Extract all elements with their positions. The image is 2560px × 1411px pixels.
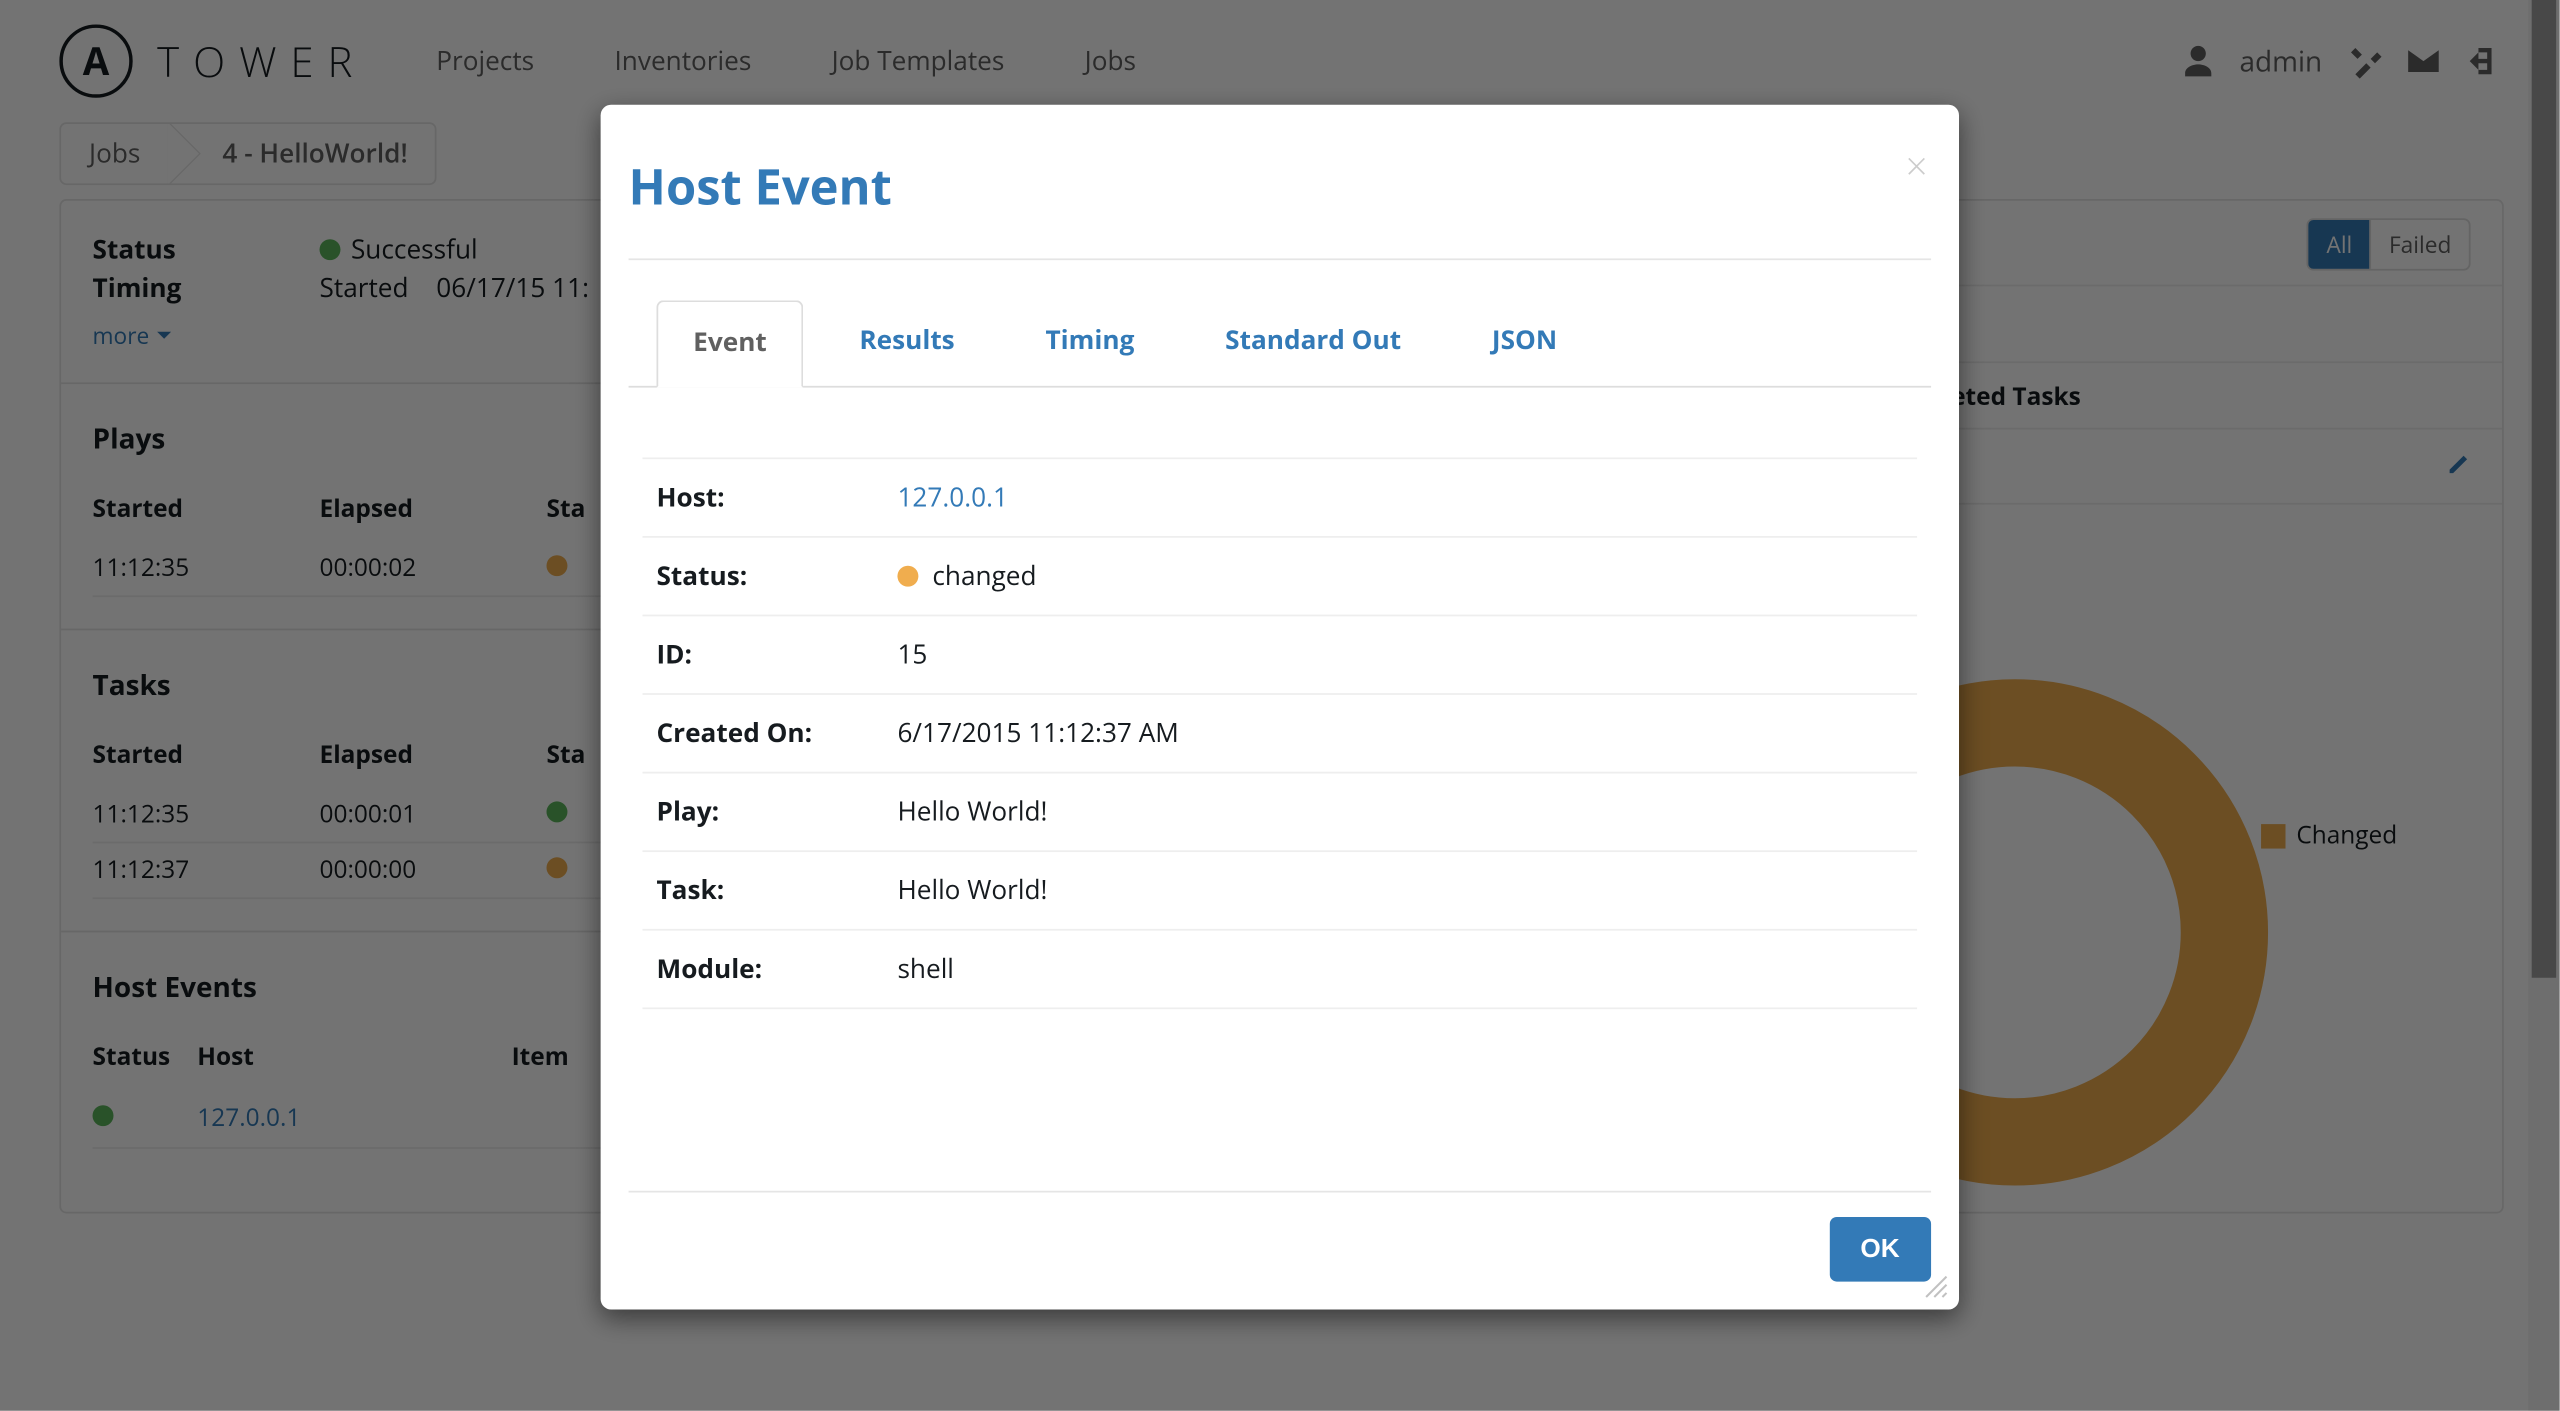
status-dot-icon [897, 566, 918, 587]
resize-icon [1924, 1275, 1948, 1299]
modal-title: Host Event [629, 154, 1932, 261]
modal-tabs: Event Results Timing Standard Out JSON [656, 299, 1931, 386]
detail-module-label: Module: [643, 952, 898, 987]
host-event-modal: × Host Event Event Results Timing Standa… [601, 105, 1959, 1310]
detail-id-value: 15 [897, 637, 927, 672]
event-details: Host: 127.0.0.1 Status: changed ID: 15 C… [629, 457, 1932, 1009]
detail-status-value: changed [932, 559, 1036, 594]
tab-event[interactable]: Event [656, 300, 803, 387]
modal-close-button[interactable]: × [1906, 140, 1928, 192]
detail-task-label: Task: [643, 873, 898, 908]
tab-standard-out[interactable]: Standard Out [1190, 300, 1436, 387]
tab-timing[interactable]: Timing [1011, 300, 1170, 387]
detail-id-label: ID: [643, 637, 898, 672]
tab-json[interactable]: JSON [1457, 300, 1592, 387]
tab-results[interactable]: Results [824, 300, 989, 387]
detail-host-value[interactable]: 127.0.0.1 [897, 480, 1007, 515]
resize-handle[interactable] [1924, 1275, 1948, 1299]
detail-play-value: Hello World! [897, 794, 1047, 829]
detail-task-value: Hello World! [897, 873, 1047, 908]
modal-footer: OK [629, 1193, 1932, 1282]
ok-button[interactable]: OK [1829, 1217, 1931, 1282]
detail-host-label: Host: [643, 480, 898, 515]
detail-created-label: Created On: [643, 716, 898, 751]
detail-play-label: Play: [643, 794, 898, 829]
detail-status-label: Status: [643, 559, 898, 594]
detail-created-value: 6/17/2015 11:12:37 AM [897, 716, 1178, 751]
detail-module-value: shell [897, 952, 953, 987]
